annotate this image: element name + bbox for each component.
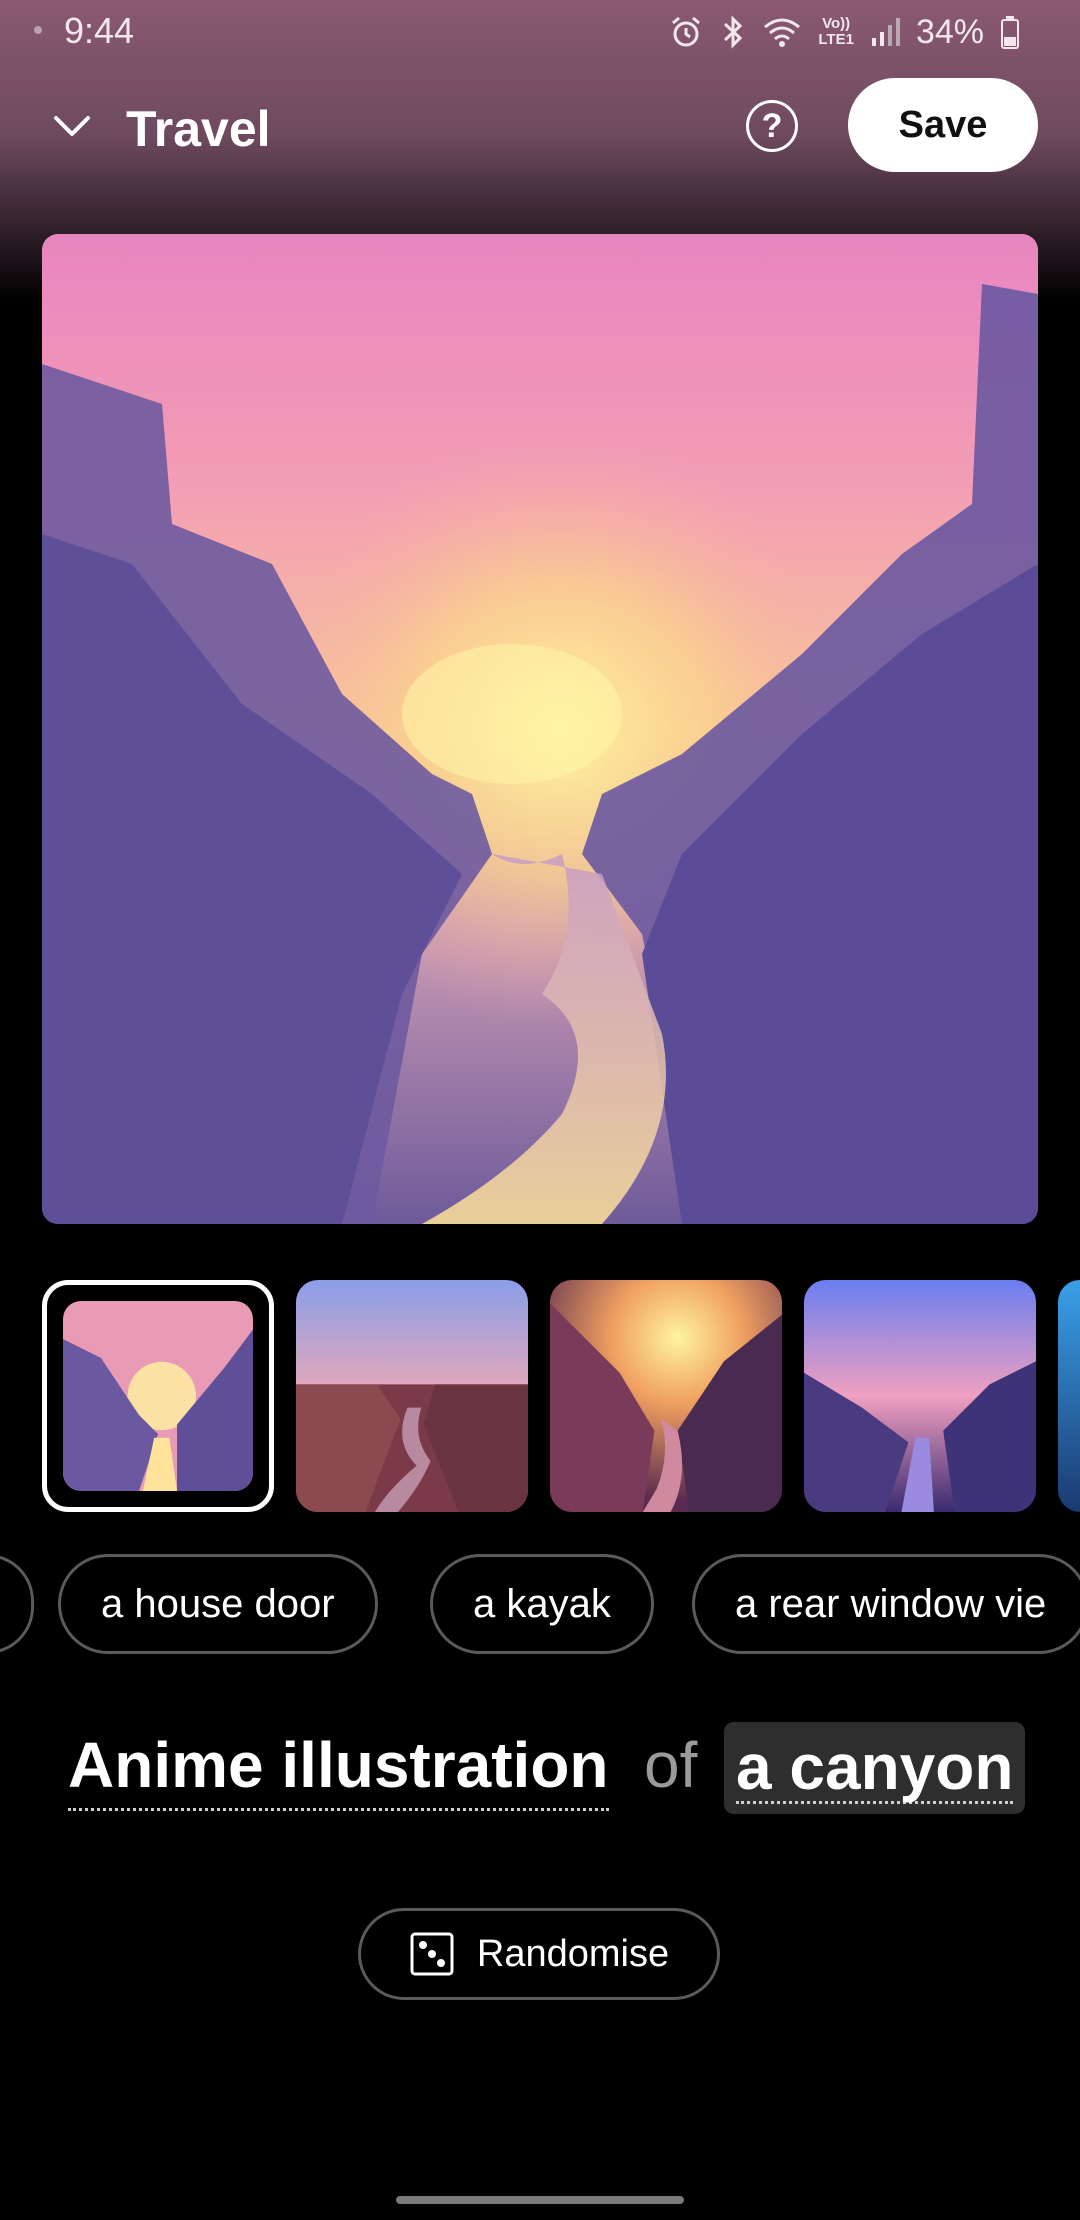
battery-icon [1000,15,1020,49]
suggestion-chip[interactable]: a kayak [430,1554,654,1654]
randomise-button[interactable]: Randomise [358,1908,720,2000]
randomise-label: Randomise [476,1932,670,1975]
prompt-line: Anime illustration of a canyon [0,1722,1080,1832]
notification-dot [34,26,42,34]
help-icon: ? [761,106,783,145]
suggestion-chip[interactable]: a rear window vie [692,1554,1080,1654]
prompt-connector: of [644,1729,698,1801]
variations-carousel [0,1278,1080,1514]
help-button[interactable]: ? [746,100,798,152]
signal-icon [870,16,900,48]
app-header: Travel ? Save [0,76,1080,176]
variation-thumbnail[interactable] [804,1280,1036,1512]
status-bar: 9:44 Vo)) LTE1 34% [0,0,1080,64]
variation-thumbnail[interactable] [1058,1280,1080,1512]
variation-thumbnail-selected[interactable] [42,1280,274,1512]
status-time: 9:44 [64,10,135,51]
chevron-down-icon [54,116,90,136]
home-indicator[interactable] [396,2196,684,2204]
alarm-icon [668,14,704,50]
status-icons: Vo)) LTE1 34% [668,10,1020,54]
suggestion-chips: a house door a kayak a rear window vie [0,1554,1080,1658]
subject-selector[interactable]: a canyon [724,1722,1026,1814]
bluetooth-icon [720,14,746,50]
page-title: Travel [126,101,271,157]
generated-image-preview [42,234,1038,1224]
style-selector[interactable]: Anime illustration [68,1728,609,1811]
suggestion-chip[interactable] [0,1554,34,1654]
volte-icon: Vo)) LTE1 [818,15,854,48]
variation-thumbnail[interactable] [550,1280,782,1512]
battery-percent: 34% [915,12,984,51]
save-button[interactable]: Save [848,78,1038,172]
subject-text: a canyon [736,1730,1014,1804]
variation-thumbnail[interactable] [296,1280,528,1512]
collapse-button[interactable] [40,98,104,154]
wifi-icon [762,15,802,49]
suggestion-chip[interactable]: a house door [58,1554,378,1654]
dice-icon [410,1932,454,1976]
